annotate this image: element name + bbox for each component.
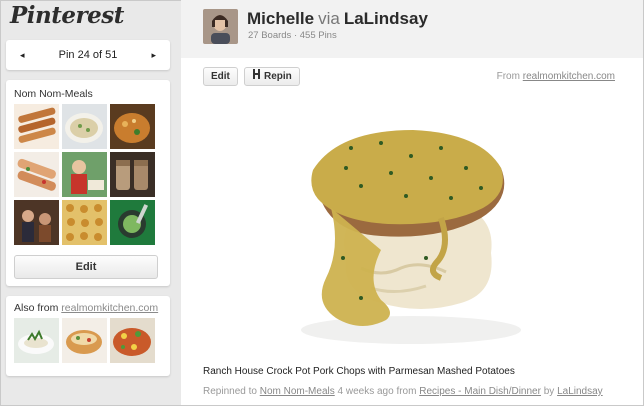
also-from-source-link[interactable]: realmomkitchen.com (61, 302, 158, 314)
pinterest-logo[interactable]: Pinterest (10, 2, 124, 29)
board-edit-button[interactable]: Edit (14, 255, 158, 279)
board-thumbnail-8[interactable] (62, 200, 107, 245)
also-from-thumbnails (14, 318, 162, 363)
repinned-board-link[interactable]: Nom Nom-Meals (260, 386, 335, 397)
repinned-to-label: Repinned to (203, 386, 257, 397)
board-thumbnail-5[interactable] (62, 152, 107, 197)
also-from-thumbnail-1[interactable] (14, 318, 59, 363)
pin-meta: Repinned to Nom Nom-Meals 4 weeks ago fr… (203, 386, 603, 397)
via-user-name[interactable]: LaLindsay (344, 9, 428, 28)
by-label: by (543, 386, 555, 397)
pin-source: From realmomkitchen.com (497, 71, 615, 82)
also-from-panel: Also from realmomkitchen.com (6, 296, 170, 376)
previous-pin-arrow-icon[interactable]: ◂ (20, 50, 25, 61)
board-thumbnail-9[interactable] (110, 200, 155, 245)
repin-button[interactable]: Repin (244, 67, 300, 86)
pin-edit-button[interactable]: Edit (203, 67, 238, 86)
board-thumbnail-4[interactable] (14, 152, 59, 197)
board-thumbnail-2[interactable] (62, 104, 107, 149)
pin-icon (252, 68, 261, 85)
also-from-title: Also from realmomkitchen.com (14, 302, 162, 314)
pin-source-prefix: From (496, 71, 520, 82)
pin-position-label: Pin 24 of 51 (58, 49, 118, 61)
board-panel: Nom Nom-Meals Edit (6, 80, 170, 286)
also-from-thumbnail-2[interactable] (62, 318, 107, 363)
pin-pager: ◂ Pin 24 of 51 ▸ (6, 40, 170, 70)
board-thumbnail-7[interactable] (14, 200, 59, 245)
board-thumbnail-1[interactable] (14, 104, 59, 149)
pinner-name[interactable]: Michelle (247, 9, 314, 28)
via-label: via (318, 9, 340, 28)
from-board-link[interactable]: Recipes - Main Dish/Dinner (419, 386, 541, 397)
pin-source-link[interactable]: realmomkitchen.com (523, 71, 615, 82)
board-title[interactable]: Nom Nom-Meals (14, 88, 162, 100)
also-from-prefix: Also from (14, 302, 59, 314)
pin-description: Ranch House Crock Pot Pork Chops with Pa… (203, 366, 515, 377)
next-pin-arrow-icon[interactable]: ▸ (151, 50, 156, 61)
pin-detail: Edit Repin From realmomkitchen.com Ranch… (181, 58, 643, 405)
pin-time: 4 weeks ago from (337, 386, 417, 397)
pinner-line: Michelle via LaLindsay (247, 9, 428, 29)
pinner-header: Michelle via LaLindsay 27 Boards · 455 Pin… (181, 0, 643, 58)
board-thumbnail-3[interactable] (110, 104, 155, 149)
pinner-avatar[interactable] (203, 9, 238, 44)
also-from-thumbnail-3[interactable] (110, 318, 155, 363)
repin-label: Repin (264, 71, 292, 82)
pinner-stats: 27 Boards · 455 Pins (248, 30, 337, 41)
board-thumbnail-grid (14, 104, 162, 245)
board-thumbnail-6[interactable] (110, 152, 155, 197)
by-user-link[interactable]: LaLindsay (557, 386, 603, 397)
pin-image[interactable] (291, 108, 529, 346)
